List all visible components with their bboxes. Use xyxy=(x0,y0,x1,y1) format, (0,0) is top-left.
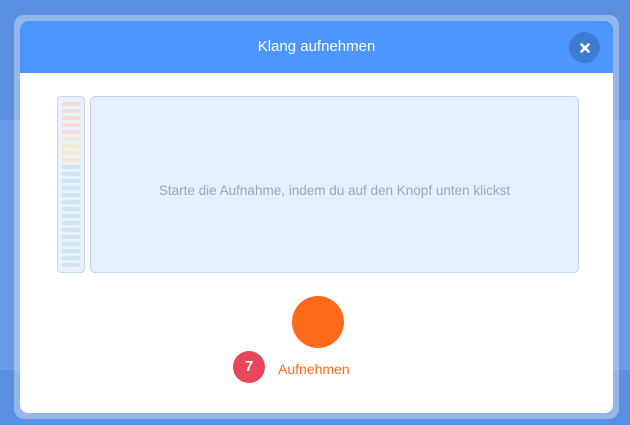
meter-segment xyxy=(62,242,80,246)
record-hint: Starte die Aufnahme, indem du auf den Kn… xyxy=(158,183,511,198)
meter-segment xyxy=(62,109,80,113)
meter-segment xyxy=(62,179,80,183)
step-badge: 7 xyxy=(233,351,265,383)
meter-segment xyxy=(62,151,80,155)
meter-segment xyxy=(62,228,80,232)
meter-segment xyxy=(62,186,80,190)
meter-segment xyxy=(62,221,80,225)
record-label[interactable]: Aufnehmen xyxy=(278,360,350,378)
modal-header: Klang aufnehmen xyxy=(20,21,613,73)
meter-segment xyxy=(62,207,80,211)
meter-segment xyxy=(62,200,80,204)
level-meter xyxy=(57,96,85,273)
meter-segment xyxy=(62,235,80,239)
meter-segment xyxy=(62,130,80,134)
meter-segment xyxy=(62,102,80,106)
meter-segment xyxy=(62,172,80,176)
modal-title: Klang aufnehmen xyxy=(257,38,376,55)
record-sound-modal: Klang aufnehmen Starte die Aufnahme, ind… xyxy=(20,21,613,413)
meter-segment xyxy=(62,144,80,148)
meter-segment xyxy=(62,158,80,162)
meter-segment xyxy=(62,116,80,120)
record-button[interactable] xyxy=(292,296,344,348)
meter-segment xyxy=(62,165,80,169)
meter-segment xyxy=(62,123,80,127)
meter-segment xyxy=(62,137,80,141)
meter-segment xyxy=(62,214,80,218)
meter-segment xyxy=(62,249,80,253)
close-button[interactable] xyxy=(569,32,600,63)
recording-area: Starte die Aufnahme, indem du auf den Kn… xyxy=(90,96,579,273)
close-icon xyxy=(579,42,590,53)
meter-segment xyxy=(62,256,80,260)
meter-segment xyxy=(62,263,80,267)
meter-segment xyxy=(62,193,80,197)
